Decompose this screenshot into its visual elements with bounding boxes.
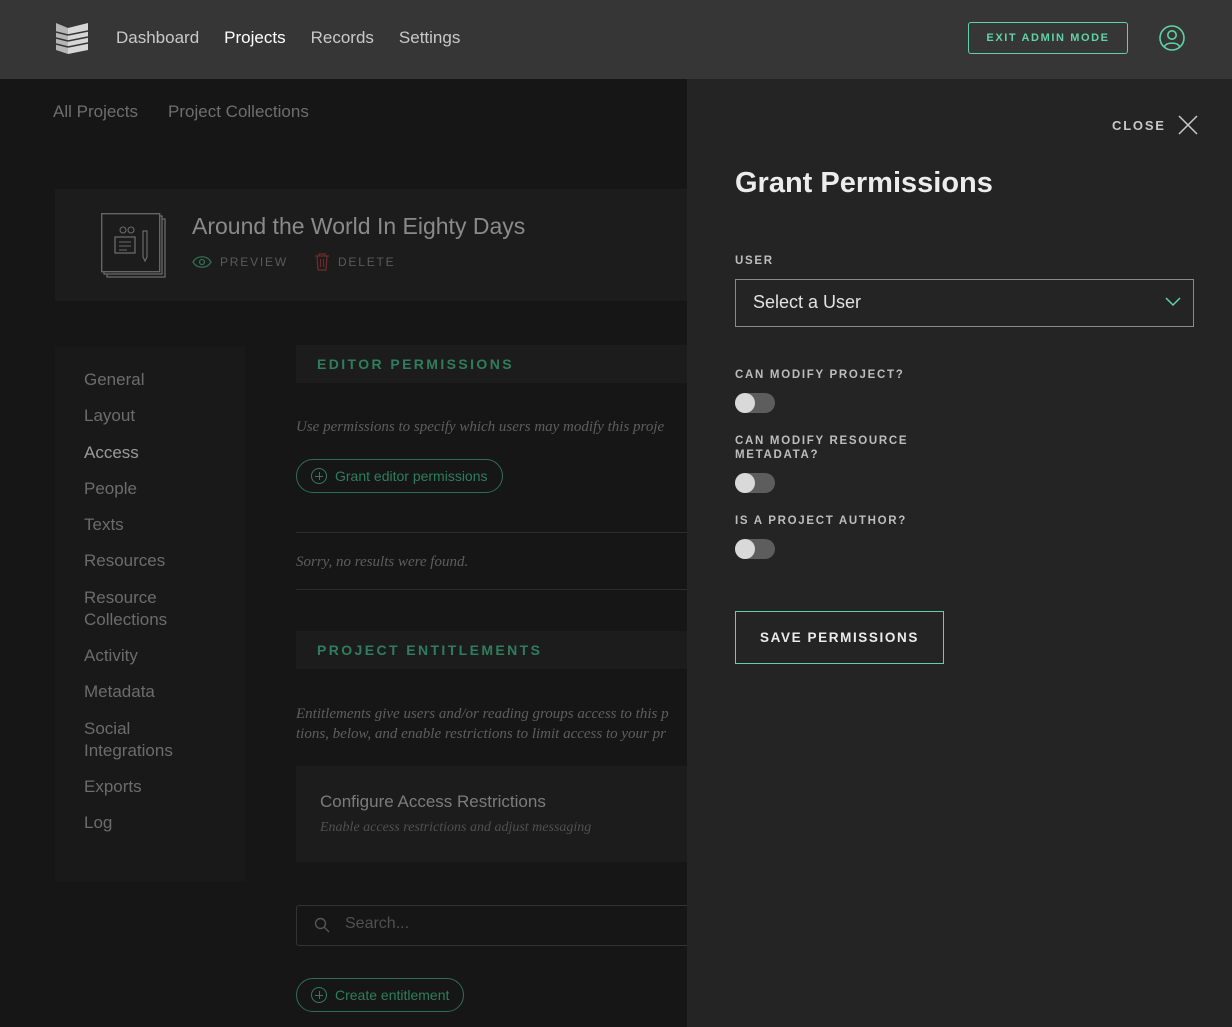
user-select-value: Select a User [753,292,862,312]
empty-results-message: Sorry, no results were found. [296,554,469,570]
nav-dashboard[interactable]: Dashboard [116,28,199,48]
sidemenu-resources[interactable]: Resources [84,550,214,572]
can-modify-project-toggle[interactable] [735,393,775,413]
manifold-logo-icon[interactable] [54,20,90,56]
plus-circle-icon [311,987,327,1003]
can-modify-project-label: CAN MODIFY PROJECT? [735,369,905,381]
close-label: CLOSE [1112,117,1166,133]
project-sidemenu: General Layout Access People Texts Resou… [55,347,245,881]
can-modify-metadata-toggle[interactable] [735,473,775,493]
sidemenu-exports[interactable]: Exports [84,776,214,798]
access-restrictions-title: Configure Access Restrictions [320,792,546,811]
sidemenu-resource-collections[interactable]: Resource Collections [84,587,214,631]
project-thumbnail-icon [101,213,166,278]
main-nav: Dashboard Projects Records Settings [116,28,460,48]
sidemenu-activity[interactable]: Activity [84,645,214,667]
trash-icon [314,253,329,271]
editor-permissions-description: Use permissions to specify which users m… [296,419,665,435]
toggle-knob [735,473,755,493]
toggle-knob [735,539,755,559]
projects-subnav: All Projects Project Collections [53,102,309,122]
configure-access-restrictions-card[interactable]: Configure Access Restrictions Enable acc… [296,766,687,862]
nav-projects[interactable]: Projects [224,28,285,48]
top-header: Dashboard Projects Records Settings EXIT… [0,0,1232,79]
grant-editor-permissions-button[interactable]: Grant editor permissions [296,459,503,493]
sidemenu-texts[interactable]: Texts [84,514,214,536]
sidemenu-log[interactable]: Log [84,812,214,834]
divider [296,532,687,533]
exit-admin-mode-button[interactable]: EXIT ADMIN MODE [968,22,1128,54]
project-title: Around the World In Eighty Days [192,213,526,239]
entitlements-search [296,905,687,946]
preview-button[interactable]: PREVIEW [192,253,288,271]
sidemenu-access[interactable]: Access [84,442,214,464]
eye-icon [192,256,212,268]
sidemenu-general[interactable]: General [84,369,214,391]
page-backdrop: All Projects Project Collections Around … [0,79,687,1027]
is-project-author-toggle[interactable] [735,539,775,559]
plus-circle-icon [311,468,327,484]
sidemenu-metadata[interactable]: Metadata [84,681,214,703]
is-project-author-label: IS A PROJECT AUTHOR? [735,515,908,527]
user-label: USER [735,255,774,267]
close-drawer-button[interactable]: CLOSE [1112,115,1198,135]
subnav-all-projects[interactable]: All Projects [53,102,138,122]
grant-permissions-drawer: CLOSE Grant Permissions USER Select a Us… [687,79,1232,1027]
project-entitlements-heading: PROJECT ENTITLEMENTS [296,631,687,669]
project-header-card: Around the World In Eighty Days PREVIEW … [55,189,687,301]
delete-label: DELETE [337,255,396,269]
nav-records[interactable]: Records [311,28,374,48]
entitlements-description-line1: Entitlements give users and/or reading g… [296,706,669,722]
divider [296,589,687,590]
access-restrictions-subtitle: Enable access restrictions and adjust me… [320,820,592,835]
project-actions: PREVIEW DELETE [192,253,395,271]
entitlements-description-line2: tions, below, and enable restrictions to… [296,726,666,742]
toggle-knob [735,393,755,413]
sidemenu-social-integrations[interactable]: Social Integrations [84,718,214,762]
create-entitlement-button[interactable]: Create entitlement [296,978,465,1012]
search-icon [314,917,330,933]
delete-button[interactable]: DELETE [314,253,395,271]
preview-label: PREVIEW [220,255,288,269]
drawer-title: Grant Permissions [735,167,993,199]
create-entitlement-label: Create entitlement [335,987,450,1003]
chevron-down-icon [1165,297,1181,307]
subnav-project-collections[interactable]: Project Collections [168,102,309,122]
user-avatar-icon[interactable] [1159,25,1185,51]
save-permissions-button[interactable]: SAVE PERMISSIONS [735,611,944,664]
user-select[interactable]: Select a User [735,279,1194,327]
nav-settings[interactable]: Settings [399,28,460,48]
close-icon [1178,115,1198,135]
sidemenu-layout[interactable]: Layout [84,405,214,427]
grant-editor-permissions-label: Grant editor permissions [335,468,488,484]
sidemenu-people[interactable]: People [84,478,214,500]
editor-permissions-heading: EDITOR PERMISSIONS [296,345,687,383]
can-modify-metadata-label: CAN MODIFY RESOURCE METADATA? [735,435,909,461]
search-input[interactable] [345,915,645,933]
